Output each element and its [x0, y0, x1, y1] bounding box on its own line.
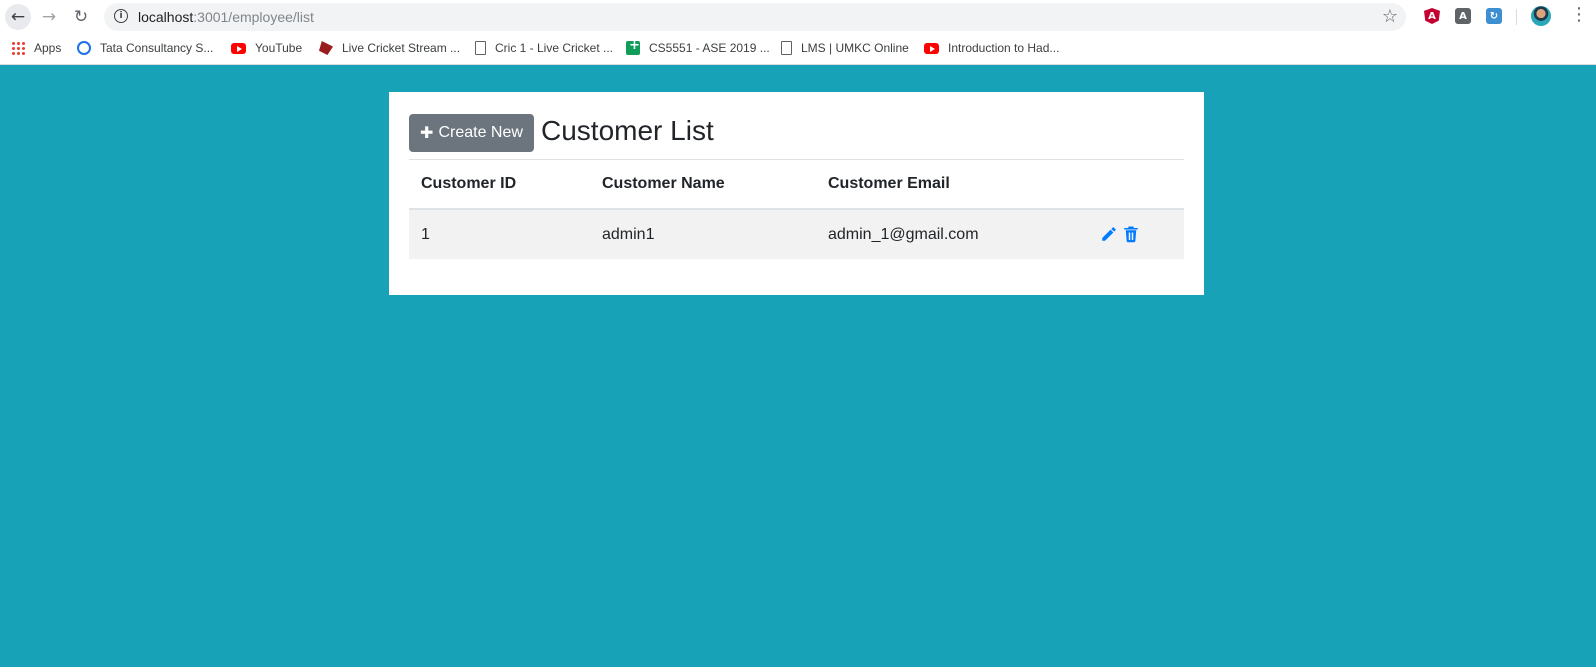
- bookmark-label: Apps: [34, 41, 62, 55]
- kebab-menu-icon[interactable]: ⋮: [1570, 6, 1588, 24]
- youtube-icon: [231, 42, 246, 54]
- back-arrow-icon[interactable]: ←: [5, 4, 31, 30]
- sheets-icon: [626, 38, 640, 55]
- forward-arrow-icon[interactable]: →: [36, 4, 62, 30]
- cell-customer-name: admin1: [590, 209, 816, 259]
- bookmark-tcs[interactable]: Tata Consultancy S...: [77, 40, 213, 56]
- font-extension-icon[interactable]: A: [1455, 8, 1471, 24]
- apps-grid-icon: [11, 41, 25, 55]
- page-title: Customer List: [541, 115, 714, 146]
- page-icon: [475, 41, 486, 55]
- profile-avatar[interactable]: [1531, 6, 1551, 26]
- delete-trash-icon[interactable]: [1122, 225, 1140, 243]
- bookmark-lms[interactable]: LMS | UMKC Online: [781, 40, 909, 56]
- address-bar[interactable]: i localhost:3001/employee/list ☆: [104, 3, 1406, 31]
- bookmark-star-icon[interactable]: ☆: [1382, 6, 1398, 27]
- plus-icon: ✚: [420, 123, 434, 142]
- toolbar-divider: [1516, 9, 1517, 25]
- customer-table: Customer ID Customer Name Customer Email…: [409, 160, 1184, 259]
- create-new-label: Create New: [438, 124, 523, 141]
- browser-toolbar: ← → ↻ i localhost:3001/employee/list ☆ A…: [0, 0, 1596, 33]
- edit-pencil-icon[interactable]: [1100, 225, 1118, 243]
- site-info-icon[interactable]: i: [114, 9, 128, 23]
- angular-extension-icon[interactable]: A: [1424, 8, 1440, 24]
- bookmark-label: Introduction to Had...: [948, 41, 1060, 55]
- bookmark-apps[interactable]: Apps: [11, 40, 61, 56]
- bookmark-label: LMS | UMKC Online: [801, 41, 909, 55]
- url-path: :3001/employee/list: [193, 9, 314, 25]
- cell-customer-email: admin_1@gmail.com: [816, 209, 1080, 259]
- reload-icon[interactable]: ↻: [68, 4, 94, 30]
- bookmark-label: YouTube: [255, 41, 303, 55]
- tcs-icon: [77, 41, 91, 55]
- table-header-row: Customer ID Customer Name Customer Email: [409, 160, 1184, 210]
- bookmark-cric1[interactable]: Cric 1 - Live Cricket ...: [475, 40, 613, 56]
- column-header-actions: [1080, 160, 1184, 210]
- refresh-extension-icon[interactable]: ↻: [1486, 8, 1502, 24]
- bookmark-label: CS5551 - ASE 2019 ...: [649, 41, 770, 55]
- page-icon: [781, 41, 792, 55]
- column-header-id: Customer ID: [409, 160, 590, 210]
- customer-list-card: ✚ Create New Customer List Customer ID C…: [389, 92, 1204, 295]
- create-new-button[interactable]: ✚ Create New: [409, 114, 534, 152]
- column-header-name: Customer Name: [590, 160, 816, 210]
- youtube-icon: [924, 42, 939, 54]
- bookmark-label: Live Cricket Stream ...: [342, 41, 461, 55]
- url-host: localhost: [138, 9, 194, 25]
- cell-customer-id: 1: [409, 209, 590, 259]
- bookmark-label: Cric 1 - Live Cricket ...: [495, 41, 614, 55]
- bookmark-label: Tata Consultancy S...: [100, 41, 214, 55]
- table-row: 1 admin1 admin_1@gmail.com: [409, 209, 1184, 259]
- column-header-email: Customer Email: [816, 160, 1080, 210]
- bookmark-youtube[interactable]: YouTube: [231, 40, 302, 56]
- cricket-icon: [319, 41, 333, 55]
- bookmarks-bar: Apps Tata Consultancy S... YouTube Live …: [0, 33, 1596, 65]
- cell-actions: [1080, 209, 1184, 259]
- card-header: ✚ Create New Customer List: [409, 114, 1184, 160]
- bookmark-cs5551[interactable]: CS5551 - ASE 2019 ...: [626, 38, 770, 56]
- bookmark-live-cricket[interactable]: Live Cricket Stream ...: [319, 40, 460, 56]
- bookmark-hadoop[interactable]: Introduction to Had...: [924, 40, 1059, 56]
- url-text[interactable]: localhost:3001/employee/list: [138, 9, 314, 25]
